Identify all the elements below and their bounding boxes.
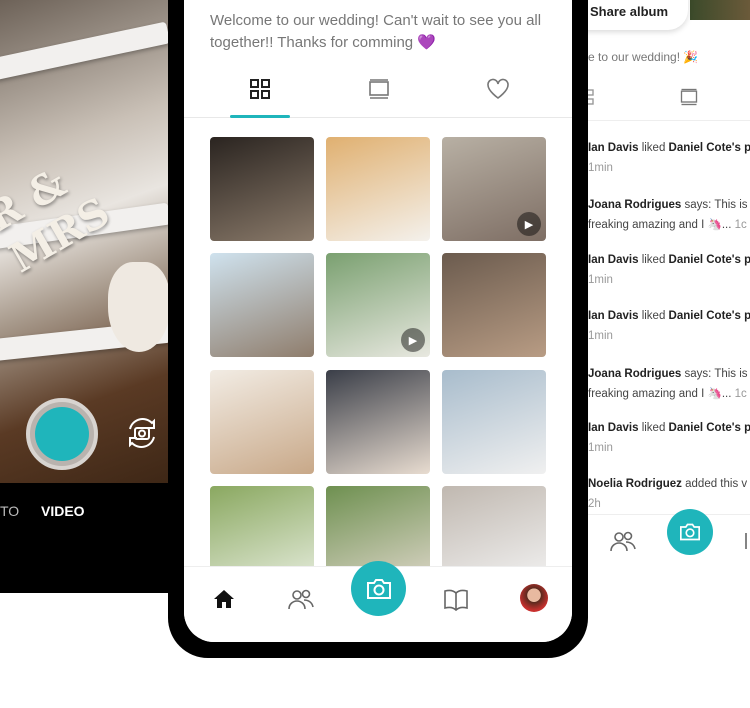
actor-name: Joana Rodrigues xyxy=(588,199,682,211)
photo-tile[interactable] xyxy=(210,137,314,241)
target-name: Daniel Cote's p xyxy=(668,254,750,266)
home-icon[interactable] xyxy=(210,585,238,613)
action-text: liked xyxy=(638,142,669,154)
mode-video[interactable]: VIDEO xyxy=(41,503,85,519)
photo-tile[interactable] xyxy=(326,137,430,241)
bottom-nav xyxy=(588,509,750,578)
actor-name: Ian Davis xyxy=(588,310,639,322)
camera-button[interactable] xyxy=(351,561,406,616)
camera-phone: R & MRS TO VIDEO xyxy=(0,0,183,593)
grid-icon[interactable] xyxy=(588,88,598,106)
target-name: Daniel Cote's p xyxy=(668,142,750,154)
photo-tile[interactable] xyxy=(442,370,546,474)
album-welcome-text: Welcome to our wedding! Can't wait to se… xyxy=(210,12,542,51)
active-tab-indicator xyxy=(230,115,290,118)
activity-item[interactable]: Ian Davis liked Daniel Cote's p 1min xyxy=(588,250,750,290)
book-icon[interactable] xyxy=(744,531,750,551)
photo-tile[interactable]: ▶ xyxy=(442,137,546,241)
actor-name: Ian Davis xyxy=(588,142,639,154)
activity-item[interactable]: Joana Rodrigues says: This is freaking am… xyxy=(588,195,748,235)
actor-name: Ian Davis xyxy=(588,422,639,434)
timestamp: 1c xyxy=(734,219,747,231)
cover-photo xyxy=(690,0,750,20)
action-text: says: This is xyxy=(681,199,748,211)
photo-tile[interactable] xyxy=(210,370,314,474)
mode-photo[interactable]: TO xyxy=(0,503,19,519)
video-icon: ▶ xyxy=(401,328,425,352)
bottom-nav xyxy=(184,561,572,642)
book-icon[interactable] xyxy=(442,585,470,613)
activity-item[interactable]: Ian Davis liked Daniel Cote's p 1min xyxy=(588,418,750,458)
share-album-button[interactable]: Share album xyxy=(588,0,688,30)
camera-icon xyxy=(680,523,700,541)
activity-item[interactable]: Noelia Rodriguez added this v 2h xyxy=(588,474,747,514)
actor-name: Joana Rodrigues xyxy=(588,368,682,380)
action-text: added this v xyxy=(681,478,748,490)
banner-text: R & MRS xyxy=(0,159,118,283)
camera-button[interactable] xyxy=(667,509,713,555)
action-text: liked xyxy=(638,254,669,266)
action-text: liked xyxy=(638,310,669,322)
people-icon[interactable] xyxy=(287,585,315,613)
target-name: Daniel Cote's p xyxy=(668,310,750,322)
video-icon: ▶ xyxy=(517,212,541,236)
activity-item[interactable]: Joana Rodrigues says: This is freaking am… xyxy=(588,364,748,404)
slideshow-icon[interactable] xyxy=(367,78,391,100)
action-text: liked xyxy=(638,422,669,434)
album-screen: Welcome to our wedding! Can't wait to se… xyxy=(184,0,572,642)
shutter-button-inner[interactable] xyxy=(35,407,89,461)
activity-item[interactable]: Ian Davis liked Daniel Cote's p 1min xyxy=(588,138,750,178)
actor-name: Ian Davis xyxy=(588,254,639,266)
heart-icon[interactable] xyxy=(486,78,510,100)
actor-name: Noelia Rodriguez xyxy=(588,478,682,490)
activity-screen: Share album e to our wedding! 🎉 Ian Davi… xyxy=(588,0,750,578)
slideshow-icon[interactable] xyxy=(679,87,699,107)
timestamp: 2h xyxy=(588,498,601,510)
target-name: Daniel Cote's p xyxy=(668,422,750,434)
timestamp: 1min xyxy=(588,330,613,342)
people-icon[interactable] xyxy=(609,527,637,555)
timestamp: 1min xyxy=(588,162,613,174)
activity-phone: Share album e to our wedding! 🎉 Ian Davi… xyxy=(588,0,750,578)
photo-tile[interactable]: ▶ xyxy=(326,253,430,357)
profile-avatar[interactable] xyxy=(520,584,548,612)
comment-text: freaking amazing and I 🦄... xyxy=(588,219,732,231)
photo-tile[interactable] xyxy=(210,253,314,357)
camera-icon xyxy=(366,578,391,599)
comment-text: freaking amazing and I 🦄... xyxy=(588,388,732,400)
photo-tile[interactable] xyxy=(326,370,430,474)
activity-welcome-text: e to our wedding! 🎉 xyxy=(588,50,699,64)
action-text: says: This is xyxy=(681,368,748,380)
photo-tile[interactable] xyxy=(442,253,546,357)
timestamp: 1c xyxy=(734,388,747,400)
timestamp: 1min xyxy=(588,442,613,454)
grid-icon[interactable] xyxy=(248,78,272,100)
activity-item[interactable]: Ian Davis liked Daniel Cote's p 1min xyxy=(588,306,750,346)
switch-camera-icon[interactable] xyxy=(124,415,160,451)
timestamp: 1min xyxy=(588,274,613,286)
